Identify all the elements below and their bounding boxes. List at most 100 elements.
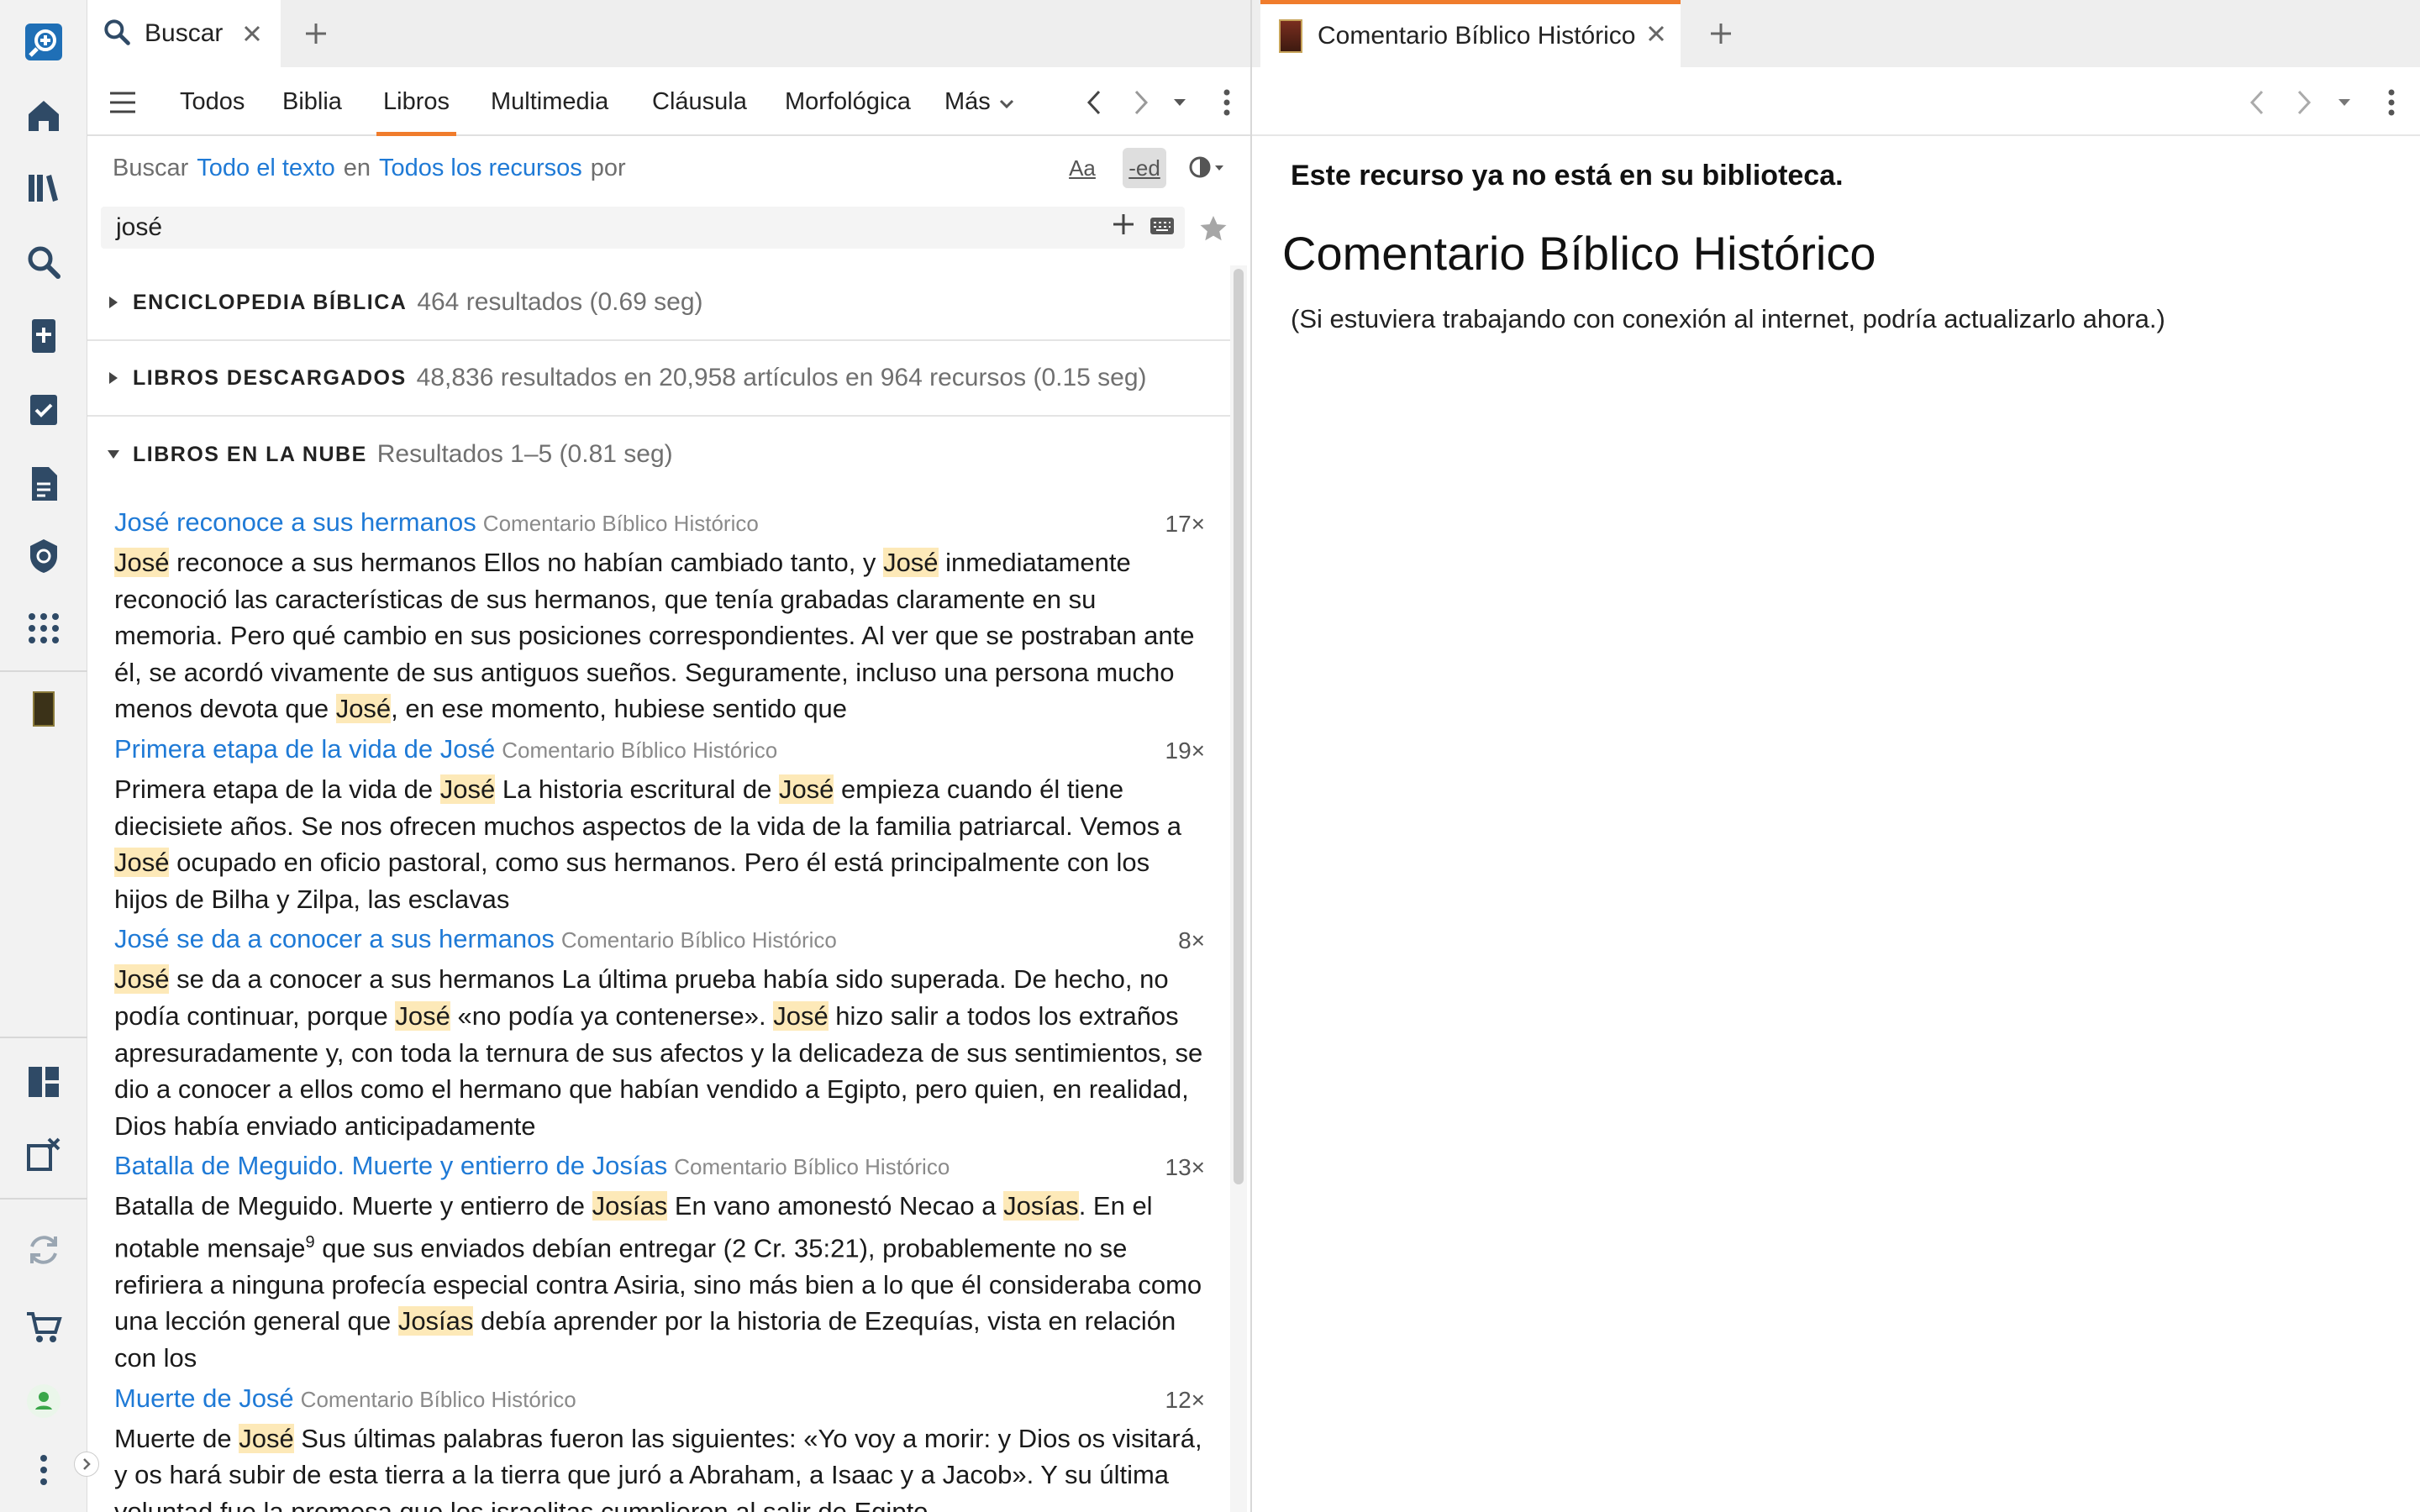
word-forms-button[interactable]: -ed bbox=[1123, 148, 1166, 188]
tab-libros[interactable]: Libros bbox=[376, 67, 456, 136]
hit-source: Comentario Bíblico Histórico bbox=[502, 737, 778, 763]
missing-resource-notice: Este recurso ya no está en su biblioteca… bbox=[1291, 160, 1844, 192]
hit-snippet: Batalla de Meguido. Muerte y entierro de… bbox=[114, 1191, 1202, 1373]
panel-menu-icon[interactable] bbox=[1210, 84, 1244, 121]
highlighted-term: Josías bbox=[592, 1191, 668, 1221]
rail-divider bbox=[0, 670, 87, 672]
section-title: LIBROS DESCARGADOS bbox=[133, 365, 407, 390]
search-hit[interactable]: Batalla de Meguido. Muerte y entierro de… bbox=[114, 1151, 1205, 1376]
tab-buscar[interactable]: Buscar bbox=[87, 0, 281, 67]
cart-icon[interactable] bbox=[18, 1302, 69, 1352]
buscar-label: Buscar bbox=[113, 155, 189, 181]
tab-label: Comentario Bíblico Histórico bbox=[1318, 21, 1636, 50]
tab-mas[interactable]: Más bbox=[944, 67, 1014, 136]
layout-panels-icon[interactable] bbox=[18, 1057, 69, 1107]
back-arrow-icon[interactable] bbox=[1077, 84, 1111, 121]
close-panels-icon[interactable] bbox=[18, 1129, 69, 1179]
search-input-tools bbox=[1111, 212, 1175, 244]
section-title: ENCICLOPEDIA BÍBLICA bbox=[133, 290, 408, 314]
section-enciclopedia[interactable]: ENCICLOPEDIA BÍBLICA 464 resultados (0.6… bbox=[87, 265, 1230, 341]
highlighted-term: José bbox=[778, 774, 834, 804]
panel-menu-icon[interactable] bbox=[2375, 84, 2408, 121]
rail-divider bbox=[0, 1198, 87, 1200]
results-scrollbar[interactable] bbox=[1234, 269, 1244, 1184]
more-vertical-icon[interactable] bbox=[18, 1445, 69, 1495]
search-hit[interactable]: Primera etapa de la vida de José Comenta… bbox=[114, 734, 1205, 917]
forward-arrow-icon[interactable] bbox=[2287, 84, 2321, 121]
keyboard-icon[interactable] bbox=[1150, 213, 1175, 242]
section-libros-descargados[interactable]: LIBROS DESCARGADOS 48,836 resultados en … bbox=[87, 341, 1230, 417]
hit-count: 19× bbox=[1165, 737, 1206, 764]
history-dropdown-icon[interactable] bbox=[2328, 84, 2361, 121]
hit-title-link[interactable]: Primera etapa de la vida de José bbox=[114, 734, 495, 764]
section-count: 48,836 resultados en 20,958 artículos en… bbox=[416, 364, 1147, 391]
hit-source: Comentario Bíblico Histórico bbox=[300, 1386, 576, 1412]
expand-triangle-icon bbox=[103, 367, 124, 389]
hit-count: 13× bbox=[1165, 1154, 1206, 1181]
search-input[interactable]: josé bbox=[101, 207, 1185, 249]
logos-app-icon[interactable] bbox=[18, 17, 69, 67]
search-hit[interactable]: José se da a conocer a sus hermanos Come… bbox=[114, 924, 1205, 1144]
app-rail bbox=[0, 0, 87, 1512]
hit-source: Comentario Bíblico Histórico bbox=[560, 927, 837, 953]
tab-multimedia[interactable]: Multimedia bbox=[491, 67, 608, 136]
apps-grid-icon[interactable] bbox=[18, 603, 69, 654]
expand-rail-chevron-icon[interactable] bbox=[74, 1452, 99, 1477]
tab-morfologica[interactable]: Morfológica bbox=[785, 67, 911, 136]
tab-resource[interactable]: Comentario Bíblico Histórico bbox=[1260, 0, 1681, 67]
highlighted-term: Josías bbox=[1003, 1191, 1079, 1221]
close-icon[interactable] bbox=[1647, 24, 1665, 47]
match-case-label: Aa bbox=[1069, 155, 1096, 181]
search-hit[interactable]: José reconoce a sus hermanos Comentario … bbox=[114, 507, 1205, 727]
library-icon[interactable] bbox=[18, 163, 69, 213]
tab-label: Buscar bbox=[145, 19, 224, 47]
open-book-icon[interactable] bbox=[18, 684, 69, 734]
add-term-icon[interactable] bbox=[1111, 212, 1136, 244]
tab-biblia[interactable]: Biblia bbox=[282, 67, 342, 136]
search-hit[interactable]: Muerte de José Comentario Bíblico Histór… bbox=[114, 1383, 1205, 1512]
hit-title-link[interactable]: José reconoce a sus hermanos bbox=[114, 507, 476, 538]
hit-source: Comentario Bíblico Histórico bbox=[482, 511, 759, 536]
account-icon[interactable] bbox=[18, 1376, 69, 1426]
hit-title-link[interactable]: Batalla de Meguido. Muerte y entierro de… bbox=[114, 1151, 667, 1181]
section-libros-nube[interactable]: LIBROS EN LA NUBE Resultados 1–5 (0.81 s… bbox=[87, 417, 1230, 492]
close-icon[interactable] bbox=[237, 18, 267, 49]
bible-add-icon[interactable] bbox=[18, 311, 69, 361]
history-dropdown-icon[interactable] bbox=[1163, 84, 1197, 121]
search-icon[interactable] bbox=[18, 237, 69, 287]
add-tab-icon[interactable] bbox=[297, 15, 334, 52]
resource-panel: Comentario Bíblico Histórico Este recurs… bbox=[1252, 0, 2420, 1512]
visual-filter-icon[interactable] bbox=[1185, 148, 1228, 188]
hit-snippet: José reconoce a sus hermanos Ellos no ha… bbox=[114, 548, 1195, 724]
book-cover-icon bbox=[1279, 18, 1302, 53]
match-case-button[interactable]: Aa bbox=[1060, 148, 1104, 188]
forward-arrow-icon[interactable] bbox=[1124, 84, 1158, 121]
hit-title-link[interactable]: José se da a conocer a sus hermanos bbox=[114, 924, 555, 954]
section-title: LIBROS EN LA NUBE bbox=[133, 442, 367, 466]
back-arrow-icon[interactable] bbox=[2240, 84, 2274, 121]
star-icon[interactable] bbox=[1195, 210, 1232, 247]
highlighted-term: José bbox=[883, 548, 939, 577]
scope-link[interactable]: Todo el texto bbox=[197, 155, 334, 182]
section-count: 464 resultados (0.69 seg) bbox=[417, 288, 703, 316]
add-tab-icon[interactable] bbox=[1702, 15, 1739, 52]
hit-count: 8× bbox=[1178, 927, 1205, 954]
tab-todos[interactable]: Todos bbox=[180, 67, 245, 136]
hit-count: 12× bbox=[1165, 1386, 1206, 1413]
word-forms-label: -ed bbox=[1128, 155, 1160, 181]
hit-title-link[interactable]: Muerte de José bbox=[114, 1383, 294, 1414]
sync-icon[interactable] bbox=[18, 1225, 69, 1275]
tab-clausula[interactable]: Cláusula bbox=[652, 67, 747, 136]
menu-icon[interactable] bbox=[104, 84, 141, 121]
query-options: Aa -ed bbox=[1060, 148, 1228, 188]
home-icon[interactable] bbox=[18, 91, 69, 141]
document-icon[interactable] bbox=[18, 459, 69, 509]
shield-icon[interactable] bbox=[18, 531, 69, 581]
por-label: por bbox=[590, 155, 626, 181]
resource-toolbar bbox=[1252, 67, 2420, 136]
checklist-icon[interactable] bbox=[18, 385, 69, 435]
highlighted-term: José bbox=[114, 548, 170, 577]
hit-count: 17× bbox=[1165, 511, 1206, 537]
footnote-marker[interactable]: 9 bbox=[306, 1233, 315, 1252]
resources-link[interactable]: Todos los recursos bbox=[379, 155, 582, 182]
